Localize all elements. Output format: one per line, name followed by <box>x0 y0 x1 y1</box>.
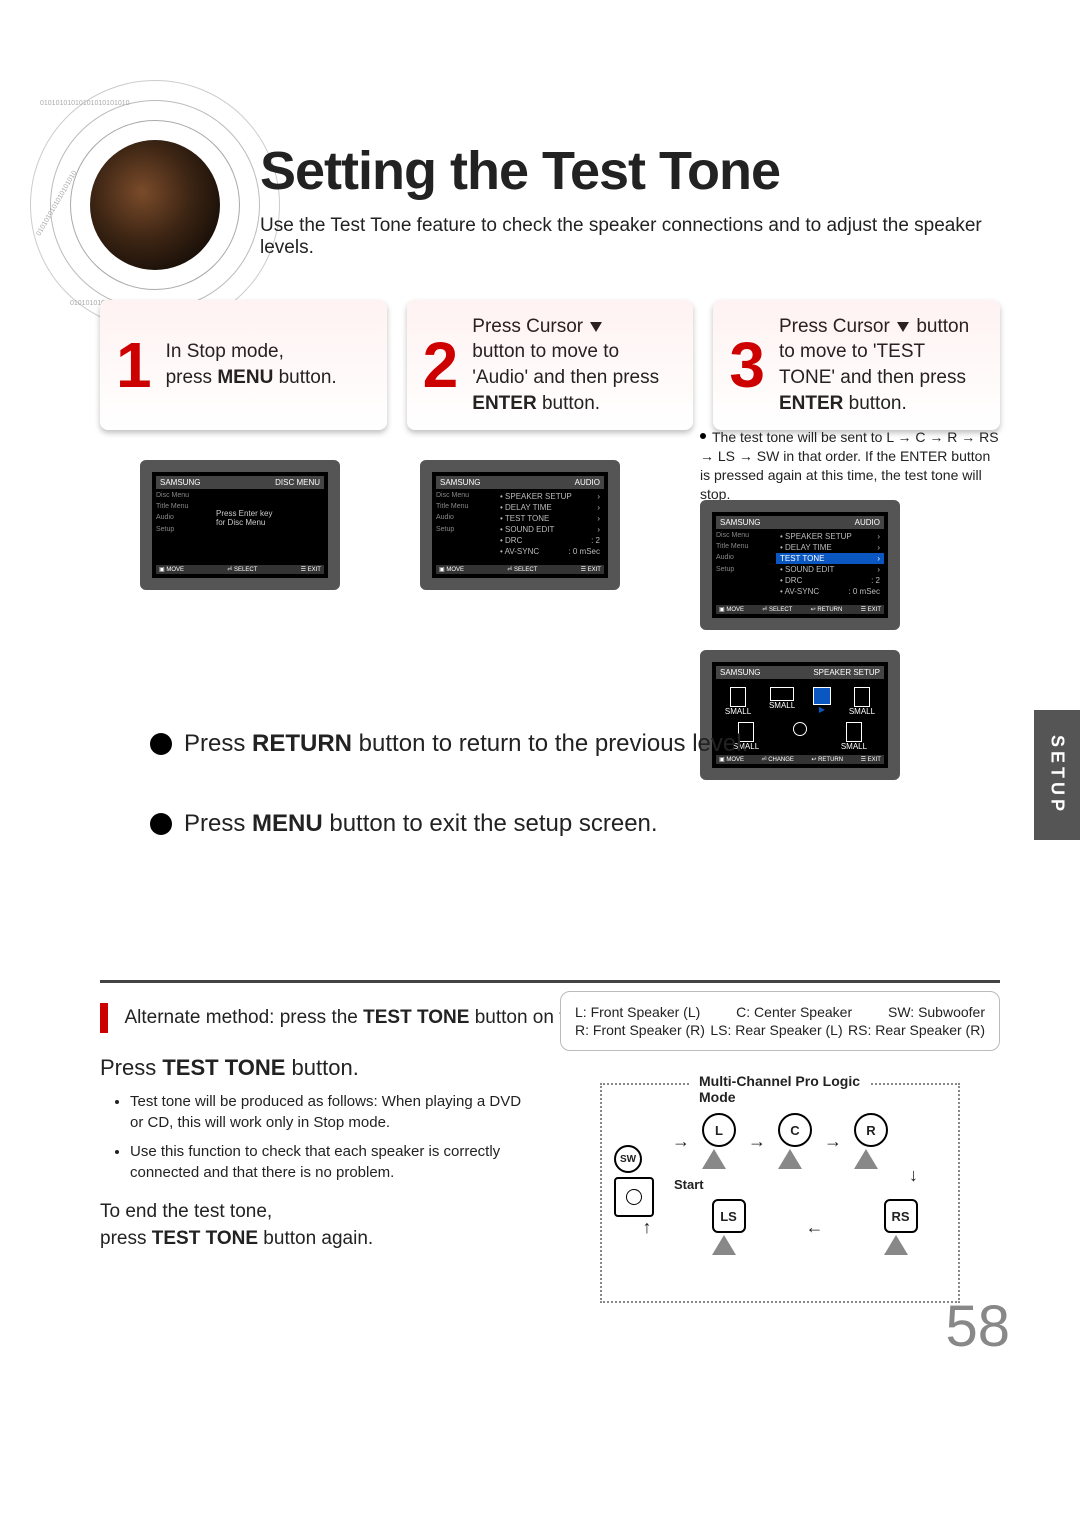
speaker-sw-icon: SW <box>614 1145 642 1173</box>
speaker-ls-icon: LS <box>712 1199 746 1233</box>
step-text: In Stop mode, <box>166 341 284 362</box>
alternate-method-panel: Alternate method: press the TEST TONE bu… <box>100 980 1000 1350</box>
menu-exit-instruction: Press MENU button to exit the setup scre… <box>150 810 658 838</box>
page-title: Setting the Test Tone <box>260 140 780 202</box>
page-number: 58 <box>945 1293 1010 1360</box>
cursor-down-icon <box>590 322 602 332</box>
speaker-flow-diagram: Multi-Channel Pro Logic Mode → L → C → R… <box>600 1083 960 1303</box>
step-3: 3 Press Cursor button to move to 'TEST T… <box>713 300 1000 430</box>
osd-disc-menu: SAMSUNGDISC MENU Disc MenuTitle MenuAudi… <box>140 460 340 590</box>
step-number: 3 <box>729 333 765 397</box>
speaker-c-icon: C <box>778 1113 812 1147</box>
speaker-l-icon: L <box>702 1113 736 1147</box>
speaker-rs-icon: RS <box>884 1199 918 1233</box>
test-tone-note: The test tone will be sent to L → C → R … <box>700 428 1000 504</box>
step-number: 2 <box>423 333 459 397</box>
osd-speaker-setup: SAMSUNGSPEAKER SETUP SMALL SMALL ▶ SMALL… <box>700 650 900 780</box>
section-tab-setup: SETUP <box>1034 710 1080 840</box>
speaker-r-icon: R <box>854 1113 888 1147</box>
diagram-start-label: Start <box>674 1177 704 1192</box>
speaker-legend: L: Front Speaker (L)C: Center SpeakerSW:… <box>560 991 1000 1051</box>
cursor-down-icon <box>897 322 909 332</box>
steps-row: 1 In Stop mode, press MENU button. 2 Pre… <box>100 300 1000 430</box>
step-1: 1 In Stop mode, press MENU button. <box>100 300 387 430</box>
return-instruction: Press RETURN button to return to the pre… <box>150 730 748 758</box>
accent-bar <box>100 1003 108 1033</box>
speaker-graphic: 01010101010101010101010 0101010101010101… <box>30 80 280 330</box>
step-number: 1 <box>116 333 152 397</box>
page-subtitle: Use the Test Tone feature to check the s… <box>260 215 1020 259</box>
test-tone-bullets: Test tone will be produced as follows: W… <box>130 1091 530 1183</box>
osd-audio-menu: SAMSUNGAUDIO Disc MenuTitle MenuAudioSet… <box>420 460 620 590</box>
step-2: 2 Press Cursor button to move to 'Audio'… <box>407 300 694 430</box>
osd-testtone-selected: SAMSUNGAUDIO Disc MenuTitle MenuAudioSet… <box>700 500 900 630</box>
